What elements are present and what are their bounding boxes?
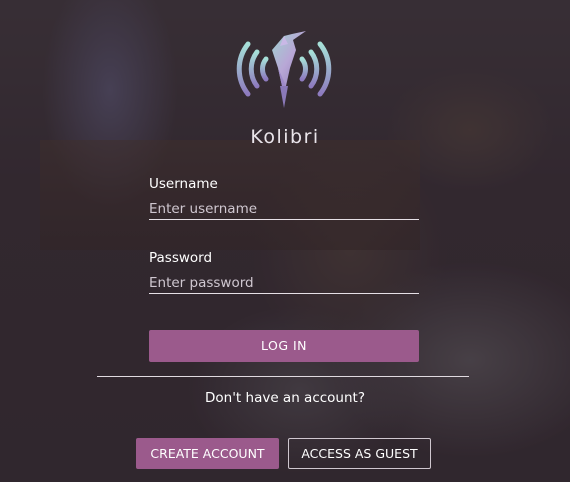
username-field[interactable]	[149, 198, 419, 220]
app-title: Kolibri	[250, 126, 320, 148]
kolibri-hummingbird-icon	[236, 31, 332, 108]
login-button[interactable]: LOG IN	[149, 330, 419, 362]
password-field[interactable]	[149, 272, 419, 294]
no-account-text: Don't have an account?	[205, 390, 365, 406]
access-as-guest-button[interactable]: ACCESS AS GUEST	[288, 438, 431, 469]
divider	[97, 376, 469, 377]
create-account-button[interactable]: CREATE ACCOUNT	[136, 438, 279, 469]
username-label: Username	[149, 176, 218, 192]
login-panel: Kolibri Username Password LOG IN Don't h…	[0, 0, 570, 482]
password-label: Password	[149, 250, 213, 266]
